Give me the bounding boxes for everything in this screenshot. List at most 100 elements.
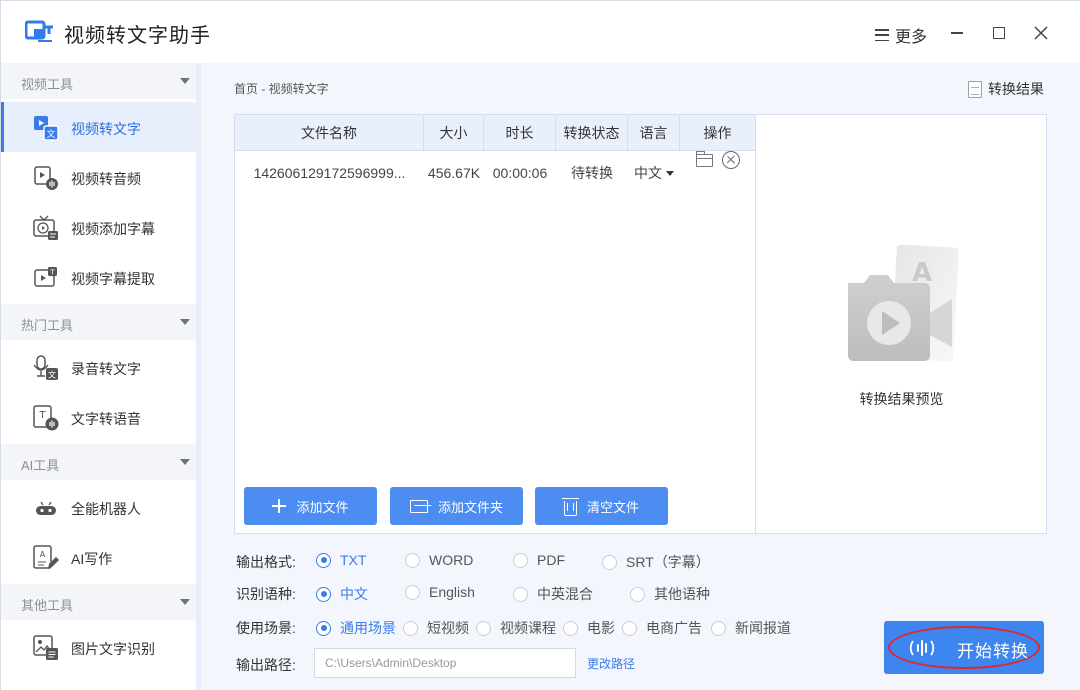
column-header-status: 转换状态	[556, 115, 628, 151]
conversion-results-link[interactable]: 转换结果	[968, 79, 1044, 99]
radio-icon	[630, 586, 645, 602]
language-option-chinese[interactable]: 中文	[316, 584, 368, 604]
sidebar-item-image-ocr[interactable]: 图片文字识别	[1, 622, 196, 672]
result-preview-panel: A 转换结果预览	[756, 114, 1047, 534]
column-header-name: 文件名称	[235, 115, 424, 151]
maximize-button[interactable]	[987, 21, 1011, 45]
section-title: AI工具	[21, 458, 60, 473]
sidebar-item-video-to-audio[interactable]: 视频转音频	[1, 152, 196, 202]
main-panel: 首页 - 视频转文字 转换结果 文件名称 大小 时长 转换状态 语言 操作 14…	[201, 63, 1080, 690]
sidebar-item-video-subtitle[interactable]: 视频添加字幕	[1, 202, 196, 252]
radio-icon	[513, 552, 528, 568]
file-size: 456.67K	[427, 165, 481, 181]
column-header-duration: 时长	[484, 115, 556, 151]
start-conversion-label: 开始转换	[957, 642, 1029, 661]
section-header-other-tools[interactable]: 其他工具	[1, 584, 196, 620]
radio-label: PDF	[537, 552, 565, 568]
caret-down-icon	[180, 599, 190, 605]
radio-label: 电影	[587, 620, 615, 636]
language-option-other[interactable]: 其他语种	[630, 584, 710, 604]
radio-icon	[711, 620, 726, 636]
sidebar-item-label: 图片文字识别	[71, 641, 155, 657]
start-conversion-button[interactable]: 开始转换	[884, 621, 1044, 674]
radio-icon	[405, 552, 420, 568]
output-format-label: 输出格式:	[236, 554, 296, 570]
sidebar-item-subtitle-extract[interactable]: T 视频字幕提取	[1, 252, 196, 302]
svg-text:T: T	[38, 410, 46, 421]
change-path-link[interactable]: 更改路径	[587, 655, 635, 672]
format-option-txt[interactable]: TXT	[316, 552, 366, 568]
output-path-label: 输出路径:	[236, 657, 296, 673]
robot-icon	[36, 501, 56, 515]
sidebar-item-robot[interactable]: 全能机器人	[1, 482, 196, 532]
text-to-speech-icon: T	[33, 405, 59, 431]
radio-label: 电商广告	[646, 620, 702, 636]
radio-icon	[403, 620, 418, 636]
radio-label: 其他语种	[654, 586, 710, 602]
scene-option-general[interactable]: 通用场景	[316, 618, 396, 638]
radio-selected-icon	[316, 620, 331, 636]
output-path-field[interactable]: C:\Users\Admin\Desktop	[314, 648, 576, 678]
radio-label: SRT（字幕）	[626, 554, 710, 570]
sidebar-item-label: 录音转文字	[71, 361, 141, 377]
format-option-pdf[interactable]: PDF	[513, 552, 565, 568]
app-title: 视频转文字助手	[64, 25, 211, 47]
output-path-row: 输出路径:	[236, 653, 316, 673]
open-folder-icon[interactable]	[695, 151, 713, 167]
section-title: 视频工具	[21, 77, 74, 92]
table-row[interactable]: 142606129172596999... 456.67K 00:00:06 待…	[235, 151, 755, 195]
row-actions	[680, 151, 755, 195]
radio-label: 短视频	[427, 620, 469, 636]
clear-files-button[interactable]: 清空文件	[535, 487, 668, 525]
usage-scene-label: 使用场景:	[236, 620, 296, 636]
sidebar-item-video-to-text[interactable]: 文 视频转文字	[1, 102, 196, 152]
scene-option-video-course[interactable]: 视频课程	[476, 618, 556, 638]
add-file-button[interactable]: 添加文件	[244, 487, 377, 525]
radio-label: 中英混合	[537, 586, 593, 602]
audio-wave-icon	[909, 640, 935, 656]
close-button[interactable]	[1029, 21, 1053, 45]
radio-label: TXT	[340, 552, 367, 568]
scene-option-movie[interactable]: 电影	[563, 618, 615, 638]
sidebar-item-ai-writing[interactable]: A AI写作	[1, 532, 196, 582]
recognition-language-label: 识别语种:	[236, 586, 296, 602]
radio-icon	[622, 620, 637, 636]
sidebar-item-label: AI写作	[71, 551, 113, 567]
usage-scene-group: 使用场景: 通用场景 短视频 视频课程 电影 电商广告 新闻报道	[236, 616, 836, 636]
section-header-hot-tools[interactable]: 热门工具	[1, 304, 196, 340]
file-duration: 00:00:06	[492, 165, 548, 181]
format-option-srt[interactable]: SRT（字幕）	[602, 552, 710, 572]
language-option-english[interactable]: English	[405, 584, 475, 600]
scene-option-news[interactable]: 新闻报道	[711, 618, 791, 638]
radio-label: 通用场景	[340, 620, 396, 636]
language-option-mixed[interactable]: 中英混合	[513, 584, 593, 604]
scene-option-short-video[interactable]: 短视频	[403, 618, 469, 638]
folder-icon	[409, 499, 428, 513]
caret-down-icon	[180, 319, 190, 325]
language-dropdown[interactable]: 中文	[628, 151, 680, 195]
image-ocr-icon	[33, 635, 58, 660]
maximize-icon	[993, 27, 1005, 39]
sidebar-item-audio-to-text[interactable]: 文 录音转文字	[1, 342, 196, 392]
more-menu-button[interactable]: 更多	[875, 23, 927, 47]
minimize-button[interactable]	[945, 21, 969, 45]
app-logo-icon	[25, 20, 53, 42]
column-header-actions: 操作	[703, 125, 732, 141]
radio-label: 视频课程	[500, 620, 556, 636]
delete-icon[interactable]	[721, 151, 740, 169]
scene-option-ecommerce-ad[interactable]: 电商广告	[622, 618, 702, 638]
section-header-ai-tools[interactable]: AI工具	[1, 444, 196, 480]
minimize-icon	[951, 32, 963, 34]
sidebar-item-text-to-speech[interactable]: T 文字转语音	[1, 392, 196, 442]
language-value: 中文	[634, 165, 662, 181]
caret-down-icon	[180, 459, 190, 465]
recognition-language-group: 识别语种: 中文 English 中英混合 其他语种	[236, 582, 736, 602]
add-folder-button[interactable]: 添加文件夹	[390, 487, 523, 525]
format-option-word[interactable]: WORD	[405, 552, 473, 568]
radio-icon	[405, 584, 420, 600]
radio-label: 新闻报道	[735, 620, 791, 636]
radio-selected-icon	[316, 552, 331, 568]
title-bar: 视频转文字助手 更多	[1, 1, 1080, 63]
svg-text:T: T	[49, 269, 55, 277]
section-header-video-tools[interactable]: 视频工具	[1, 63, 196, 99]
